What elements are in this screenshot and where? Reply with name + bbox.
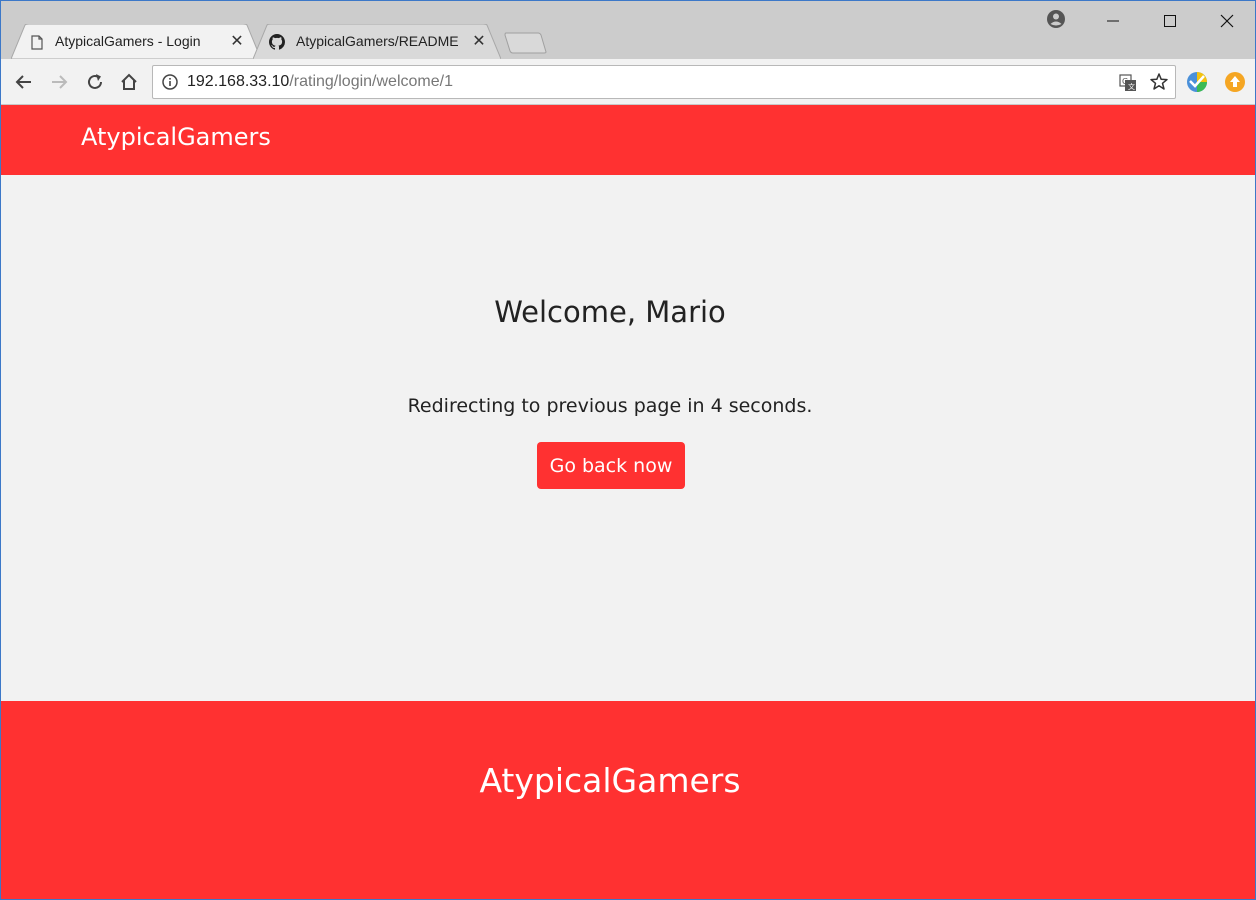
page-content: AtypicalGamers Welcome, Mario Redirectin… <box>1 105 1255 899</box>
maximize-button[interactable] <box>1141 1 1199 41</box>
browser-toolbar: 192.168.33.10/rating/login/welcome/1 G文 <box>1 59 1255 105</box>
extension-upload-icon[interactable] <box>1224 71 1246 93</box>
browser-window: AtypicalGamers - Login ✕ AtypicalGamers/… <box>0 0 1256 900</box>
go-back-button[interactable]: Go back now <box>537 442 685 489</box>
footer-brand: AtypicalGamers <box>479 761 741 800</box>
tab-strip: AtypicalGamers - Login ✕ AtypicalGamers/… <box>1 1 1255 59</box>
new-tab-button[interactable] <box>504 32 548 54</box>
site-footer: AtypicalGamers <box>1 701 1255 899</box>
extension-icon[interactable] <box>1186 71 1208 93</box>
page-icon <box>29 34 45 50</box>
url-path: /rating/login/welcome/1 <box>289 73 453 90</box>
close-icon[interactable]: ✕ <box>228 32 246 50</box>
tab-inactive[interactable]: AtypicalGamers/README ✕ <box>253 24 501 59</box>
info-icon[interactable] <box>162 74 178 90</box>
close-icon[interactable]: ✕ <box>470 32 488 50</box>
close-window-button[interactable] <box>1198 1 1255 41</box>
site-navbar: AtypicalGamers <box>1 105 1255 175</box>
tab-active[interactable]: AtypicalGamers - Login ✕ <box>11 24 261 59</box>
address-bar[interactable]: 192.168.33.10/rating/login/welcome/1 G文 <box>152 65 1176 99</box>
url-text: 192.168.33.10/rating/login/welcome/1 <box>187 73 453 91</box>
arrow-left-icon[interactable] <box>11 69 37 95</box>
url-host: 192.168.33.10 <box>187 73 290 90</box>
minimize-button[interactable] <box>1084 1 1142 41</box>
site-brand-link[interactable]: AtypicalGamers <box>81 123 271 151</box>
profile-icon[interactable] <box>1046 9 1066 29</box>
reload-icon[interactable] <box>82 69 108 95</box>
star-icon[interactable] <box>1149 72 1169 92</box>
tab-title: AtypicalGamers - Login <box>55 33 201 49</box>
home-icon[interactable] <box>116 69 142 95</box>
tab-title: AtypicalGamers/README <box>296 33 459 49</box>
welcome-heading: Welcome, Mario <box>494 295 726 329</box>
translate-icon[interactable]: G文 <box>1119 74 1137 92</box>
svg-text:文: 文 <box>1128 82 1135 91</box>
redirect-message: Redirecting to previous page in 4 second… <box>407 395 813 417</box>
github-icon <box>269 34 285 50</box>
arrow-right-icon[interactable] <box>46 69 72 95</box>
